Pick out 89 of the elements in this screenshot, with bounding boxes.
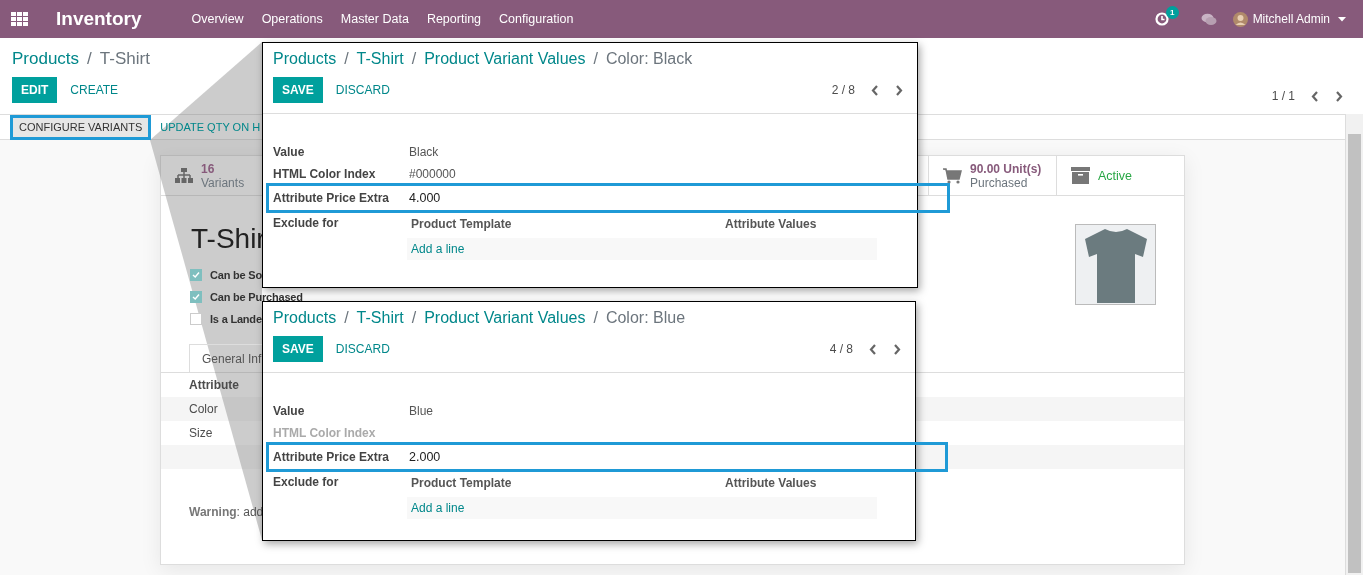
menu-item[interactable]: Configuration xyxy=(499,9,574,29)
field-label: Exclude for xyxy=(273,215,340,232)
next-icon[interactable] xyxy=(895,84,903,96)
field-value: #000000 xyxy=(409,166,456,183)
pager-text: 4 / 8 xyxy=(829,341,853,358)
activity-clock-icon[interactable] xyxy=(1154,12,1169,26)
next-icon[interactable] xyxy=(893,343,901,355)
menu-item[interactable]: Operations xyxy=(261,9,323,29)
breadcrumb-separator: / xyxy=(344,309,349,326)
column-header: Attribute Values xyxy=(725,475,817,492)
field-label: Value xyxy=(273,403,306,420)
pager-text: 1 / 1 xyxy=(1271,88,1295,105)
breadcrumb-separator: / xyxy=(87,49,92,68)
breadcrumb-separator: / xyxy=(593,50,598,67)
scrollbar[interactable] xyxy=(1345,114,1363,575)
breadcrumb-item[interactable]: Product Variant Values xyxy=(424,309,586,326)
add-line-link[interactable]: Add a line xyxy=(411,499,465,517)
field-label: Value xyxy=(273,144,306,161)
primary-button[interactable]: SAVE xyxy=(273,336,323,362)
field-value: Blue xyxy=(409,403,434,420)
chat-icon[interactable] xyxy=(1200,12,1217,26)
pager-text: 2 / 8 xyxy=(831,82,855,99)
breadcrumb-item: Color: Black xyxy=(605,50,693,67)
apps-menu-icon[interactable] xyxy=(11,12,28,26)
previous-icon[interactable] xyxy=(869,343,877,355)
table-cell: Color xyxy=(189,402,218,416)
field-label: HTML Color Index xyxy=(273,425,377,442)
stat-button[interactable]: Active xyxy=(1056,156,1184,195)
menu-item[interactable]: Overview xyxy=(191,9,244,29)
input-field[interactable]: 2.000 xyxy=(409,447,441,467)
checkbox[interactable] xyxy=(190,269,202,281)
column-header: Product Template xyxy=(411,216,513,233)
notification-badge: 1 xyxy=(1165,6,1179,19)
breadcrumb-item[interactable]: Products xyxy=(12,49,80,68)
breadcrumb-item[interactable]: Products xyxy=(273,50,337,67)
input-field[interactable]: 4.000 xyxy=(409,188,441,208)
stat-label: Purchased xyxy=(970,175,1028,190)
breadcrumb-separator: / xyxy=(411,309,417,326)
menu-item[interactable]: Master Data xyxy=(340,9,409,29)
action-button[interactable]: CONFIGURE VARIANTS xyxy=(10,114,152,140)
primary-button[interactable]: SAVE xyxy=(273,77,323,103)
stat-value: 16 xyxy=(201,161,216,176)
checkbox[interactable] xyxy=(190,313,202,325)
breadcrumb-separator: / xyxy=(593,309,598,326)
secondary-button[interactable]: DISCARD xyxy=(326,336,399,362)
stat-button[interactable]: 16 Variants xyxy=(161,156,271,195)
user-name[interactable]: Mitchell Admin xyxy=(1252,10,1330,28)
checkbox-label: Is a Lande xyxy=(210,311,262,327)
breadcrumb-separator: / xyxy=(344,50,349,67)
menu-item[interactable]: Reporting xyxy=(426,9,482,29)
checkbox-label: Can be So xyxy=(210,267,262,283)
stat-value: 90.00 Unit(s) xyxy=(970,161,1042,176)
previous-icon[interactable] xyxy=(1311,90,1319,102)
archive-box-icon xyxy=(1071,167,1090,184)
add-line-link[interactable]: Add a line xyxy=(411,240,465,258)
column-header: Attribute xyxy=(189,378,239,392)
product-title: T-Shir xyxy=(191,222,266,256)
breadcrumb-item[interactable]: Product Variant Values xyxy=(424,50,586,67)
previous-icon[interactable] xyxy=(871,84,879,96)
field-label: Attribute Price Extra xyxy=(273,190,391,207)
avatar-icon xyxy=(1232,11,1248,27)
shopping-cart-icon xyxy=(943,167,962,184)
sitemap-icon xyxy=(175,168,193,183)
secondary-button[interactable]: CREATE xyxy=(61,77,128,103)
warning-text: Warning: add xyxy=(189,504,264,521)
checkbox[interactable] xyxy=(190,291,202,303)
action-button[interactable]: UPDATE QTY ON H xyxy=(151,114,270,140)
table-cell: Size xyxy=(189,426,213,440)
stat-button[interactable]: 90.00 Unit(s) Purchased xyxy=(928,156,1056,195)
field-label: Exclude for xyxy=(273,474,340,491)
field-label: Attribute Price Extra xyxy=(273,449,391,466)
checkbox-label: Can be Purchased xyxy=(210,289,303,305)
breadcrumb-item: Color: Blue xyxy=(605,309,686,326)
breadcrumb-item[interactable]: T-Shirt xyxy=(356,50,404,67)
stat-value: Active xyxy=(1098,168,1133,183)
column-header: Product Template xyxy=(411,475,513,492)
primary-button[interactable]: EDIT xyxy=(12,77,58,103)
caret-icon[interactable] xyxy=(1338,16,1346,22)
field-value: Black xyxy=(409,144,439,161)
breadcrumb-item: T-Shirt xyxy=(99,49,150,68)
next-icon[interactable] xyxy=(1335,90,1343,102)
breadcrumb-separator: / xyxy=(411,50,417,67)
column-header: Attribute Values xyxy=(725,216,817,233)
secondary-button[interactable]: DISCARD xyxy=(326,77,399,103)
app-title: Inventory xyxy=(56,6,142,31)
field-label: HTML Color Index xyxy=(273,166,377,183)
breadcrumb-item[interactable]: Products xyxy=(273,309,337,326)
breadcrumb-item[interactable]: T-Shirt xyxy=(356,309,404,326)
stat-label: Variants xyxy=(201,175,245,190)
